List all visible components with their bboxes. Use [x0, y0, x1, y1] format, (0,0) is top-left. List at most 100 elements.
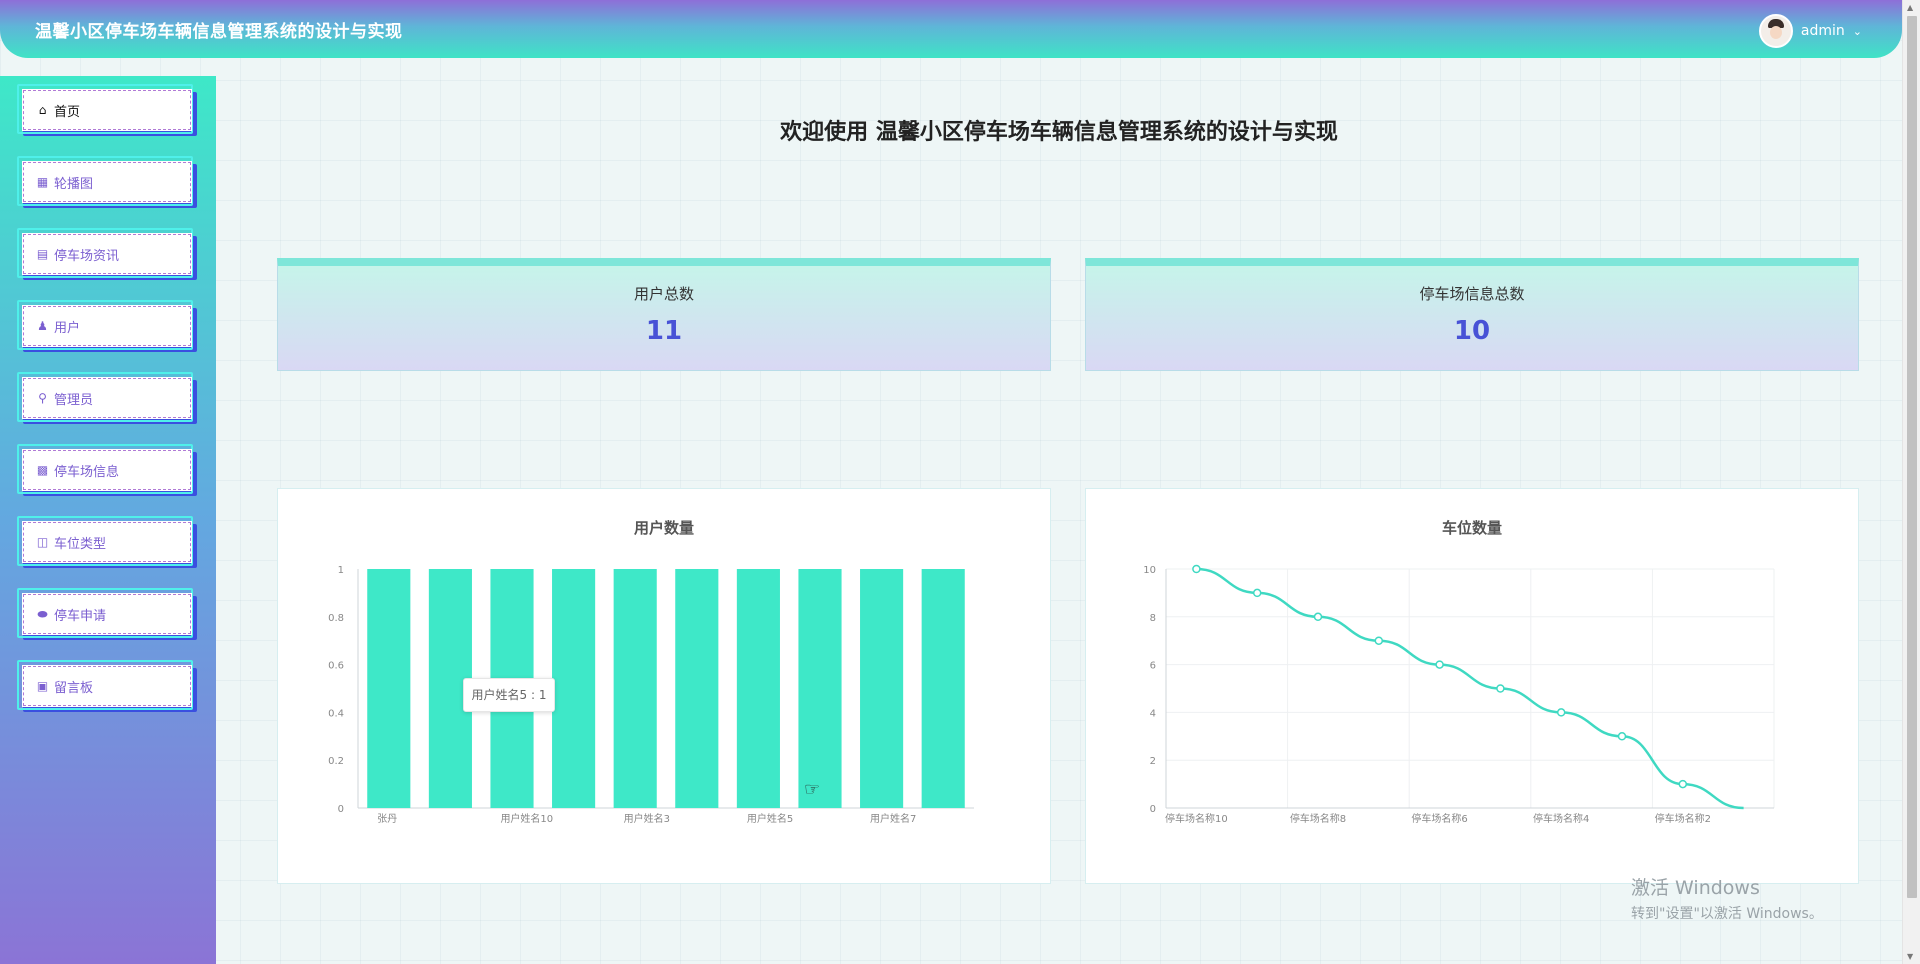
- x-tick-label: 停车场名称2: [1655, 812, 1711, 825]
- data-point: [1313, 612, 1323, 622]
- y-tick-label: 8: [1150, 613, 1156, 624]
- data-point: [1435, 660, 1444, 669]
- hand-cursor-icon: ☞: [804, 779, 821, 800]
- bar: [675, 569, 719, 808]
- username[interactable]: admin: [1801, 23, 1845, 39]
- data-point: [1252, 588, 1262, 598]
- y-tick-label: 10: [1143, 565, 1156, 576]
- sidebar-item-admins[interactable]: ⚲ 管理员: [17, 372, 197, 424]
- y-tick-label: 0: [1150, 804, 1156, 815]
- chart-card-space-count: 车位数量 0 2 4 6 8 10 停车场名称10 停车场名称8 停车场名称6 停车场名称4 停车场…: [1085, 488, 1859, 884]
- y-tick-label: 0: [338, 804, 344, 815]
- x-tick-label: 停车场名称8: [1290, 812, 1346, 825]
- top-header: 温馨小区停车场车辆信息管理系统的设计与实现 admin ⌄: [0, 0, 1902, 58]
- user-icon: ♟: [37, 318, 48, 333]
- y-tick-label: 6: [1150, 661, 1156, 672]
- sidebar-item-carousel[interactable]: ▦ 轮播图: [17, 156, 197, 208]
- scrollbar-thumb[interactable]: [1907, 16, 1917, 898]
- menu-box[interactable]: ⬬ 停车申请: [22, 593, 192, 635]
- series-line: [1196, 567, 1744, 810]
- sidebar-item-label: 管理员: [54, 392, 94, 408]
- mouse-icon: ⬬: [37, 606, 48, 621]
- welcome-heading: 欢迎使用 温馨小区停车场车辆信息管理系统的设计与实现: [780, 120, 1338, 145]
- chevron-down-icon[interactable]: ⌄: [1853, 25, 1862, 38]
- y-tick-label: 0.2: [328, 756, 344, 767]
- stat-card-users: 用户总数 11: [277, 258, 1051, 371]
- bar: [552, 569, 596, 808]
- avatar[interactable]: [1758, 14, 1793, 48]
- chart-tooltip: 用户姓名5 : 1: [463, 678, 555, 712]
- sidebar-item-label: 首页: [54, 104, 81, 120]
- menu-box[interactable]: ▣ 留言板: [22, 665, 192, 707]
- document-icon: ◫: [36, 534, 49, 549]
- sidebar-item-label: 用户: [54, 320, 81, 336]
- x-tick-label: 停车场名称6: [1411, 812, 1467, 825]
- y-tick-label: 2: [1150, 756, 1156, 767]
- sidebar-item-label: 停车场资讯: [54, 248, 120, 264]
- stat-label: 停车场信息总数: [1419, 285, 1525, 303]
- sidebar-item-users[interactable]: ♟ 用户: [17, 300, 197, 352]
- sidebar-item-label: 车位类型: [54, 536, 107, 552]
- bar: [860, 569, 904, 808]
- sidebar-item-parking-news[interactable]: ▤ 停车场资讯: [17, 228, 197, 280]
- menu-box[interactable]: ⌂ 首页: [22, 89, 192, 131]
- bar-chart[interactable]: 0 0.2 0.4 0.6 0.8 1 张丹 用户姓名10 用户姓名3 用户姓名5 用户姓名7: [278, 489, 1052, 885]
- news-icon: ▤: [36, 246, 49, 261]
- sidebar-item-parking-info[interactable]: ▩ 停车场信息: [17, 444, 197, 496]
- sidebar-item-parking-applications[interactable]: ⬬ 停车申请: [17, 588, 197, 640]
- main-content: 欢迎使用 温馨小区停车场车辆信息管理系统的设计与实现 用户总数 11 停车场信息…: [216, 58, 1902, 964]
- admin-icon: ⚲: [38, 390, 47, 405]
- app-title: 温馨小区停车场车辆信息管理系统的设计与实现: [35, 22, 403, 42]
- sidebar: ⌂ 首页 ▦ 轮播图 ▤ 停车场资讯 ♟ 用户 ⚲ 管理员 ▩ 停车场信息 ◫ …: [0, 76, 216, 964]
- x-tick-label: 停车场名称10: [1165, 812, 1228, 825]
- stat-card-parking-info: 停车场信息总数 10: [1085, 258, 1859, 371]
- line-chart[interactable]: 0 2 4 6 8 10 停车场名称10 停车场名称8 停车场名称6 停车场名称4 停车场名称2: [1086, 489, 1860, 885]
- watermark-line1: 激活 Windows: [1631, 877, 1760, 899]
- sidebar-item-label: 轮播图: [54, 176, 94, 192]
- sidebar-item-label: 停车场信息: [54, 464, 120, 480]
- stat-value: 11: [645, 316, 683, 346]
- menu-box[interactable]: ⚲ 管理员: [22, 377, 192, 419]
- sidebar-item-message-board[interactable]: ▣ 留言板: [17, 660, 197, 712]
- watermark-line2: 转到"设置"以激活 Windows。: [1631, 906, 1823, 922]
- sidebar-item-label: 留言板: [54, 680, 94, 696]
- y-tick-label: 0.8: [328, 613, 344, 624]
- vertical-scrollbar[interactable]: ▲ ▼: [1902, 0, 1920, 964]
- sidebar-item-home[interactable]: ⌂ 首页: [17, 84, 197, 136]
- y-tick-label: 0.6: [328, 661, 344, 672]
- menu-box[interactable]: ♟ 用户: [22, 305, 192, 347]
- windows-activation-watermark: 激活 Windows 转到"设置"以激活 Windows。: [1631, 873, 1823, 923]
- message-board-icon: ▣: [36, 678, 49, 693]
- stat-label: 用户总数: [633, 285, 694, 303]
- x-tick-label: 张丹: [377, 813, 397, 825]
- data-point: [1192, 564, 1201, 574]
- stat-value: 10: [1453, 316, 1491, 346]
- y-tick-label: 1: [338, 565, 344, 576]
- data-point: [1374, 636, 1384, 645]
- x-tick-label: 用户姓名7: [870, 812, 916, 825]
- scroll-down-icon[interactable]: ▼: [1907, 952, 1913, 961]
- user-menu[interactable]: admin ⌄: [1758, 14, 1862, 48]
- x-tick-label: 停车场名称4: [1533, 812, 1589, 825]
- bar: [798, 569, 842, 808]
- menu-box[interactable]: ▩ 停车场信息: [22, 449, 192, 491]
- x-tick-label: 用户姓名3: [624, 812, 670, 825]
- menu-box[interactable]: ▤ 停车场资讯: [22, 233, 192, 275]
- bar: [613, 569, 657, 808]
- chart-card-user-count: 用户数量 0 0.2 0.4 0.6 0.8 1 张丹 用户姓名10 用户姓名3 用户姓名5 用户姓…: [277, 488, 1051, 884]
- data-point: [1496, 684, 1505, 693]
- menu-box[interactable]: ▦ 轮播图: [22, 161, 192, 203]
- menu-box[interactable]: ◫ 车位类型: [22, 521, 192, 563]
- bar: [921, 569, 965, 808]
- x-tick-label: 用户姓名10: [500, 812, 553, 825]
- sidebar-item-space-types[interactable]: ◫ 车位类型: [17, 516, 197, 568]
- y-tick-label: 4: [1150, 708, 1156, 719]
- data-point: [1678, 779, 1688, 789]
- scroll-up-icon[interactable]: ▲: [1907, 3, 1913, 12]
- sidebar-item-label: 停车申请: [54, 608, 107, 624]
- grid-icon: ▦: [36, 174, 49, 189]
- parking-icon: ▩: [36, 462, 49, 477]
- bar: [736, 569, 780, 808]
- data-point: [1617, 732, 1627, 741]
- x-tick-label: 用户姓名5: [747, 812, 793, 825]
